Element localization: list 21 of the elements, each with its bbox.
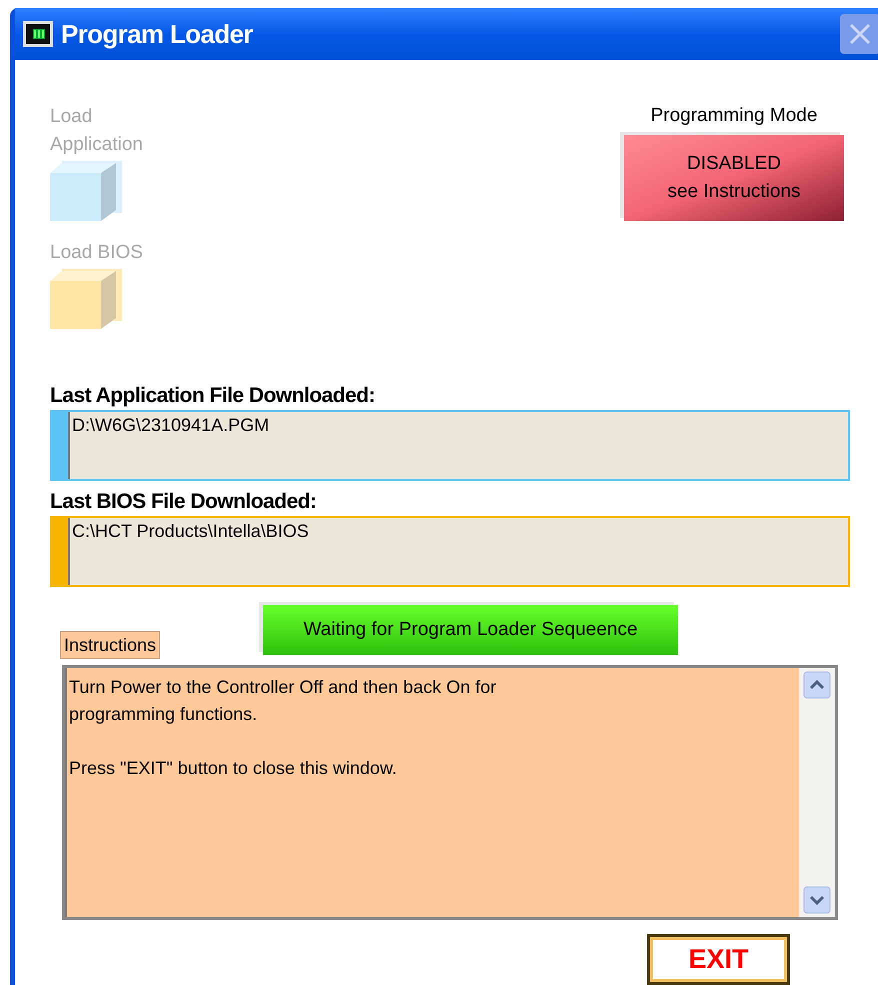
- file-label: Last Application File Downloaded:: [50, 383, 376, 409]
- file-path-field[interactable]: D:\W6G\2310941A.PGM: [50, 410, 850, 481]
- scroll-up-icon[interactable]: [803, 671, 831, 699]
- cube-icon: [50, 269, 122, 329]
- scrollbar[interactable]: [799, 668, 835, 917]
- scroll-down-icon[interactable]: [803, 886, 831, 914]
- instruction-text: Turn Power to the Controller Off and then back On for programming functions.: [69, 676, 498, 726]
- instructions-box[interactable]: Turn Power to the Controller Off and then back On for programming functions. Press "EXIT" button to close this window.: [62, 665, 838, 920]
- close-icon: [849, 23, 871, 45]
- status-indicator: Waiting for Program Loader Sequeence: [263, 605, 678, 655]
- loader-label: Load BIOS: [50, 241, 144, 265]
- loader-label: Load Application: [50, 105, 144, 157]
- window-title: Program Loader: [61, 18, 253, 50]
- exit-button[interactable]: EXIT: [647, 934, 790, 985]
- file-path-field[interactable]: C:\HCT Products\Intella\BIOS: [50, 516, 850, 587]
- chip-icon: [23, 21, 53, 47]
- file-label: Last BIOS File Downloaded:: [50, 489, 318, 515]
- cube-icon: [50, 161, 122, 221]
- instruction-text: Press "EXIT" button to close this window.: [69, 757, 398, 780]
- mode-label: Programming Mode: [650, 104, 818, 128]
- mode-indicator: DISABLED see Instructions: [624, 135, 844, 221]
